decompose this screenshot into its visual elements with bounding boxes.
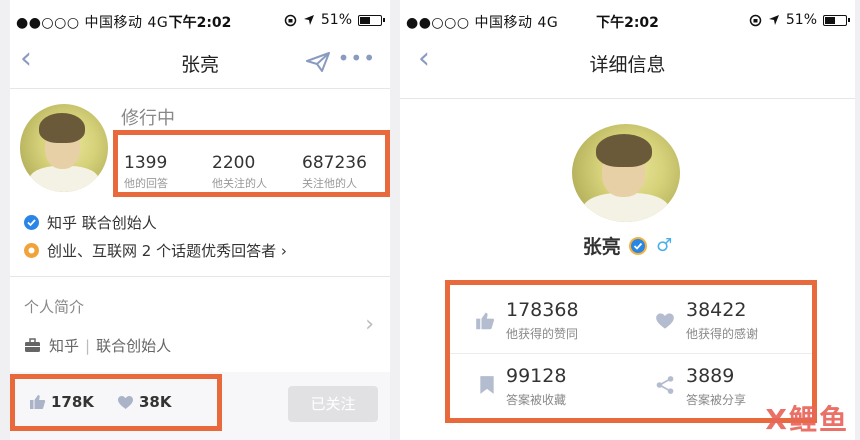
nav-divider bbox=[400, 98, 855, 99]
share-icon bbox=[656, 376, 674, 394]
nav-bar: ‹ 张亮 ••• bbox=[10, 40, 390, 84]
stat-following-number: 2200 bbox=[212, 153, 256, 173]
badge-cofounder: 知乎 联合创始人 bbox=[24, 212, 157, 233]
star-badge-icon bbox=[24, 243, 39, 258]
clock: 下午2:02 bbox=[596, 15, 659, 31]
detail-panel: ●●○○○ 中国移动 4G 下午2:02 51% ‹ 详细信息 张亮 ♂ 178… bbox=[400, 0, 855, 440]
bookmark-icon bbox=[480, 376, 494, 394]
stat-collected-label: 答案被收藏 bbox=[506, 393, 567, 407]
stat-answers-label: 他的回答 bbox=[124, 177, 168, 190]
battery-percent: 51% bbox=[785, 12, 817, 28]
status-bar: ●●○○○ 中国移动 4G 下午2:02 51% bbox=[400, 10, 855, 34]
location-arrow-icon bbox=[768, 15, 779, 25]
followed-button[interactable]: 已关注 bbox=[288, 386, 378, 422]
thanks-count[interactable]: 38K bbox=[117, 393, 172, 411]
watermark-logo: X鲤鱼 bbox=[765, 403, 849, 436]
stat-followers[interactable]: 687236 关注他的人 bbox=[302, 153, 367, 191]
stat-upvotes-label: 他获得的赞同 bbox=[506, 327, 579, 341]
stat-upvotes: 178368 他获得的赞同 bbox=[506, 299, 579, 342]
thanks-count-text: 38K bbox=[139, 393, 172, 411]
battery-icon bbox=[823, 14, 850, 26]
rotation-lock-icon bbox=[749, 14, 762, 26]
stat-followers-number: 687236 bbox=[302, 153, 367, 173]
stat-answers[interactable]: 1399 他的回答 bbox=[124, 153, 168, 191]
stat-following-label: 他关注的人 bbox=[212, 177, 267, 190]
carrier-signal: ●●○○○ 中国移动 4G bbox=[406, 15, 559, 31]
section-divider bbox=[10, 276, 390, 277]
stat-shared-number: 3889 bbox=[686, 365, 735, 387]
thumbs-up-icon bbox=[30, 395, 46, 409]
profile-tagline: 修行中 bbox=[121, 108, 175, 129]
badge-topic-expert-text: 创业、互联网 2 个话题优秀回答者 › bbox=[47, 242, 287, 260]
heart-icon bbox=[118, 395, 133, 409]
stat-shared-label: 答案被分享 bbox=[686, 393, 747, 407]
thumbs-up-icon bbox=[476, 312, 495, 330]
stat-following[interactable]: 2200 他关注的人 bbox=[212, 153, 267, 191]
user-name-row: 张亮 ♂ bbox=[400, 232, 855, 259]
verified-icon bbox=[629, 236, 648, 255]
battery-level bbox=[360, 16, 370, 24]
company-separator: | bbox=[85, 336, 91, 355]
stat-collected-number: 99128 bbox=[506, 365, 567, 387]
stat-answers-number: 1399 bbox=[124, 153, 168, 173]
upvote-count-text: 178K bbox=[51, 393, 94, 411]
stat-thanks: 38422 他获得的感谢 bbox=[686, 299, 758, 342]
rotation-lock-icon bbox=[284, 14, 297, 26]
more-dots-icon[interactable]: ••• bbox=[338, 46, 376, 70]
vote-summary: 178K 38K bbox=[10, 374, 222, 431]
company-title: 联合创始人 bbox=[96, 337, 172, 355]
avatar[interactable] bbox=[572, 124, 680, 222]
carrier-signal: ●●○○○ 中国移动 4G bbox=[16, 15, 169, 31]
paper-plane-icon[interactable] bbox=[306, 52, 330, 72]
profile-stats: 1399 他的回答 2200 他关注的人 687236 关注他的人 bbox=[113, 130, 390, 197]
profile-panel: ●●○○○ 中国移动 4G 下午2:02 51% ‹ 张亮 ••• 修行中 13… bbox=[10, 0, 390, 440]
clock: 下午2:02 bbox=[168, 15, 232, 31]
verified-icon bbox=[24, 215, 39, 230]
nav-divider bbox=[10, 88, 390, 89]
page-title: 详细信息 bbox=[589, 54, 666, 76]
badge-cofounder-text: 知乎 联合创始人 bbox=[47, 214, 157, 232]
stat-shared: 3889 答案被分享 bbox=[686, 365, 746, 408]
back-chevron-icon[interactable]: ‹ bbox=[20, 44, 32, 74]
back-chevron-icon[interactable]: ‹ bbox=[418, 44, 430, 74]
page-title: 张亮 bbox=[180, 54, 220, 76]
stat-thanks-number: 38422 bbox=[686, 299, 747, 321]
battery-level bbox=[825, 16, 835, 24]
user-name: 张亮 bbox=[582, 236, 621, 258]
status-bar: ●●○○○ 中国移动 4G 下午2:02 51% bbox=[10, 10, 390, 34]
company-name: 知乎 bbox=[49, 337, 80, 355]
battery-percent: 51% bbox=[320, 12, 352, 28]
company-row[interactable]: 知乎 | 联合创始人 bbox=[24, 335, 171, 356]
stat-upvotes-number: 178368 bbox=[506, 299, 579, 321]
location-arrow-icon bbox=[303, 15, 314, 25]
nav-bar: ‹ 详细信息 bbox=[400, 40, 855, 84]
briefcase-icon bbox=[25, 338, 40, 352]
avatar[interactable] bbox=[20, 104, 108, 192]
chevron-right-icon[interactable]: › bbox=[365, 312, 374, 337]
bio-section-label: 个人简介 bbox=[24, 298, 85, 316]
stat-collected: 99128 答案被收藏 bbox=[506, 365, 566, 408]
stat-thanks-label: 他获得的感谢 bbox=[686, 327, 759, 341]
stats-divider bbox=[450, 353, 812, 354]
achievement-stats: 178368 他获得的赞同 38422 他获得的感谢 99128 答案被收藏 3… bbox=[445, 280, 817, 423]
heart-icon bbox=[656, 313, 674, 329]
badge-topic-expert[interactable]: 创业、互联网 2 个话题优秀回答者 › bbox=[24, 240, 287, 261]
male-gender-icon: ♂ bbox=[656, 235, 673, 256]
battery-icon bbox=[358, 14, 385, 26]
stat-followers-label: 关注他的人 bbox=[302, 177, 357, 190]
upvote-count[interactable]: 178K bbox=[29, 393, 94, 411]
